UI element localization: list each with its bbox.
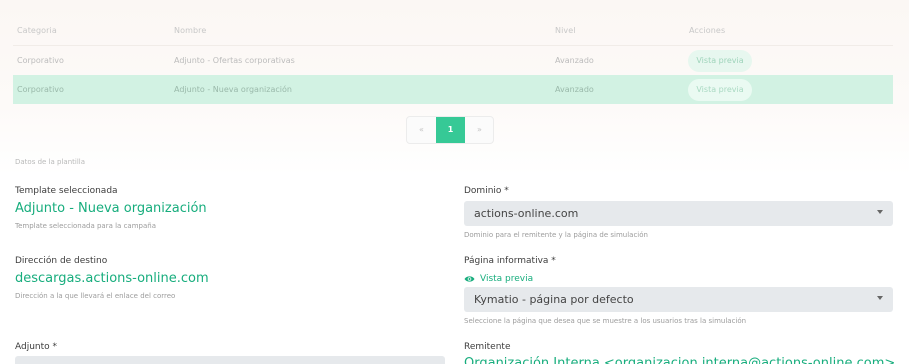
destination-helper: Dirección a la que llevará el enlace del…: [15, 292, 176, 300]
column-header-category: Categoria: [17, 26, 57, 35]
row-name: Adjunto - Ofertas corporativas: [174, 56, 295, 65]
template-helper: Template seleccionada para la campaña: [15, 222, 156, 230]
pagination: « 1 »: [406, 116, 494, 144]
attachment-label: Adjunto *: [15, 342, 58, 352]
domain-helper: Dominio para el remitente y la página de…: [464, 231, 648, 239]
table-row[interactable]: Corporativo Adjunto - Ofertas corporativ…: [13, 45, 893, 74]
column-header-name: Nombre: [174, 26, 207, 35]
table-header: Categoria Nombre Nivel Acciones: [0, 20, 909, 42]
pagination-prev-button[interactable]: «: [407, 117, 436, 143]
column-header-actions: Acciones: [689, 26, 726, 35]
row-category: Corporativo: [17, 56, 64, 65]
template-value: Adjunto - Nueva organización: [15, 201, 207, 216]
attachment-select[interactable]: [15, 356, 445, 364]
eye-icon: [464, 276, 475, 282]
sender-value: Organización Interna <organizacion.inter…: [464, 356, 896, 364]
domain-selected-value: actions-online.com: [474, 207, 579, 220]
row-level: Avanzado: [555, 85, 594, 94]
destination-value: descargas.actions-online.com: [15, 271, 209, 286]
info-page-preview-link[interactable]: Vista previa: [480, 274, 533, 284]
info-page-selected-value: Kymatio - página por defecto: [474, 293, 634, 306]
pagination-next-button[interactable]: »: [465, 117, 494, 143]
template-label: Template seleccionada: [15, 186, 118, 196]
info-page-helper: Seleccione la página que desea que se mu…: [464, 317, 747, 325]
row-name: Adjunto - Nueva organización: [174, 85, 292, 94]
row-category: Corporativo: [17, 85, 64, 94]
destination-label: Dirección de destino: [15, 256, 108, 266]
chevron-down-icon: [877, 210, 883, 214]
column-header-level: Nivel: [555, 26, 576, 35]
chevron-down-icon: [877, 296, 883, 300]
preview-button[interactable]: Vista previa: [688, 50, 752, 72]
info-page-label: Página informativa *: [464, 256, 556, 266]
section-title: Datos de la plantilla: [15, 158, 85, 166]
domain-select[interactable]: actions-online.com: [464, 201, 893, 226]
sender-label: Remitente: [464, 342, 511, 352]
row-level: Avanzado: [555, 56, 594, 65]
info-page-select[interactable]: Kymatio - página por defecto: [464, 287, 893, 312]
pagination-page-1[interactable]: 1: [436, 117, 465, 143]
table-row-selected[interactable]: Corporativo Adjunto - Nueva organización…: [13, 75, 893, 104]
domain-label: Dominio *: [464, 186, 509, 196]
preview-button[interactable]: Vista previa: [688, 79, 752, 101]
